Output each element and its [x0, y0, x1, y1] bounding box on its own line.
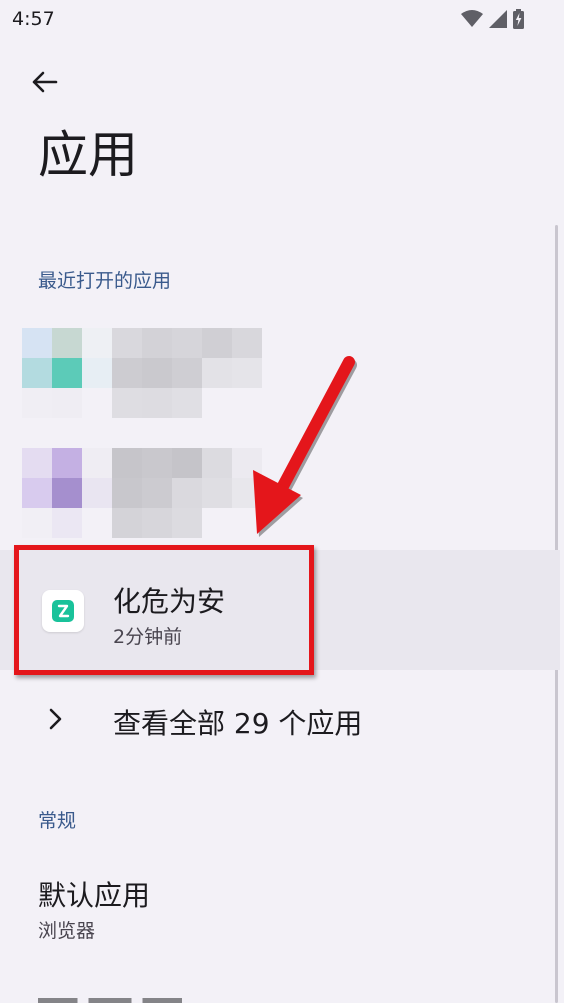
app-logo-icon — [42, 590, 84, 632]
chevron-right-icon — [49, 708, 62, 730]
arrow-left-icon — [32, 71, 58, 93]
app-name: 化危为安 — [113, 585, 226, 618]
see-all-apps-button[interactable]: 查看全部 29 个应用 — [0, 680, 560, 760]
next-item-partial — [38, 994, 238, 1003]
recent-app-item[interactable]: 化危为安 2分钟前 — [0, 550, 560, 670]
status-bar: 4:57 — [0, 0, 564, 40]
see-all-apps-label: 查看全部 29 个应用 — [113, 707, 363, 740]
blurred-app-row-2[interactable] — [22, 448, 282, 538]
back-button[interactable] — [24, 62, 64, 102]
recent-apps-header: 最近打开的应用 — [38, 270, 172, 292]
app-last-opened: 2分钟前 — [113, 626, 183, 648]
wifi-icon — [461, 10, 483, 32]
battery-charging-icon — [513, 9, 524, 33]
blurred-app-row-1[interactable] — [22, 328, 282, 418]
default-apps-subtitle: 浏览器 — [38, 920, 96, 942]
status-time: 4:57 — [12, 8, 55, 30]
default-apps-title: 默认应用 — [38, 879, 151, 912]
general-header: 常规 — [38, 810, 77, 832]
signal-icon — [489, 10, 507, 32]
status-icons — [461, 9, 524, 33]
page-title: 应用 — [38, 126, 138, 184]
default-apps-item[interactable]: 默认应用 浏览器 — [0, 860, 560, 950]
